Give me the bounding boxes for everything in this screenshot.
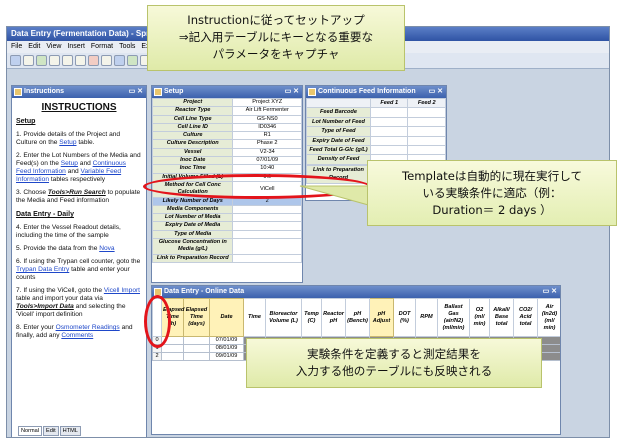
callout-line: いる実験条件に適応（例：: [422, 186, 562, 200]
callout-line: 入力する他のテーブルにも反映される: [295, 364, 493, 378]
callout-line: パラメータをキャプチャ: [212, 47, 340, 61]
callout-propagation: 実験条件を定義すると測定結果を 入力する他のテーブルにも反映される: [246, 338, 542, 388]
callout-line: ⇒記入用テーブルにキーとなる重要な: [178, 30, 374, 44]
callout-setup-instructions: Instructionに従ってセットアップ ⇒記入用テーブルにキーとなる重要な …: [147, 5, 405, 71]
callout-line: Instructionに従ってセットアップ: [187, 13, 365, 27]
callout-line: 実験条件を定義すると測定結果を: [307, 347, 481, 361]
callout-line: Templateは自動的に現在実行して: [401, 169, 583, 183]
callout-line: Duration＝ 2 days ）: [432, 203, 552, 217]
callout-template-adaptation: Templateは自動的に現在実行して いる実験条件に適応（例： Duratio…: [367, 160, 617, 226]
